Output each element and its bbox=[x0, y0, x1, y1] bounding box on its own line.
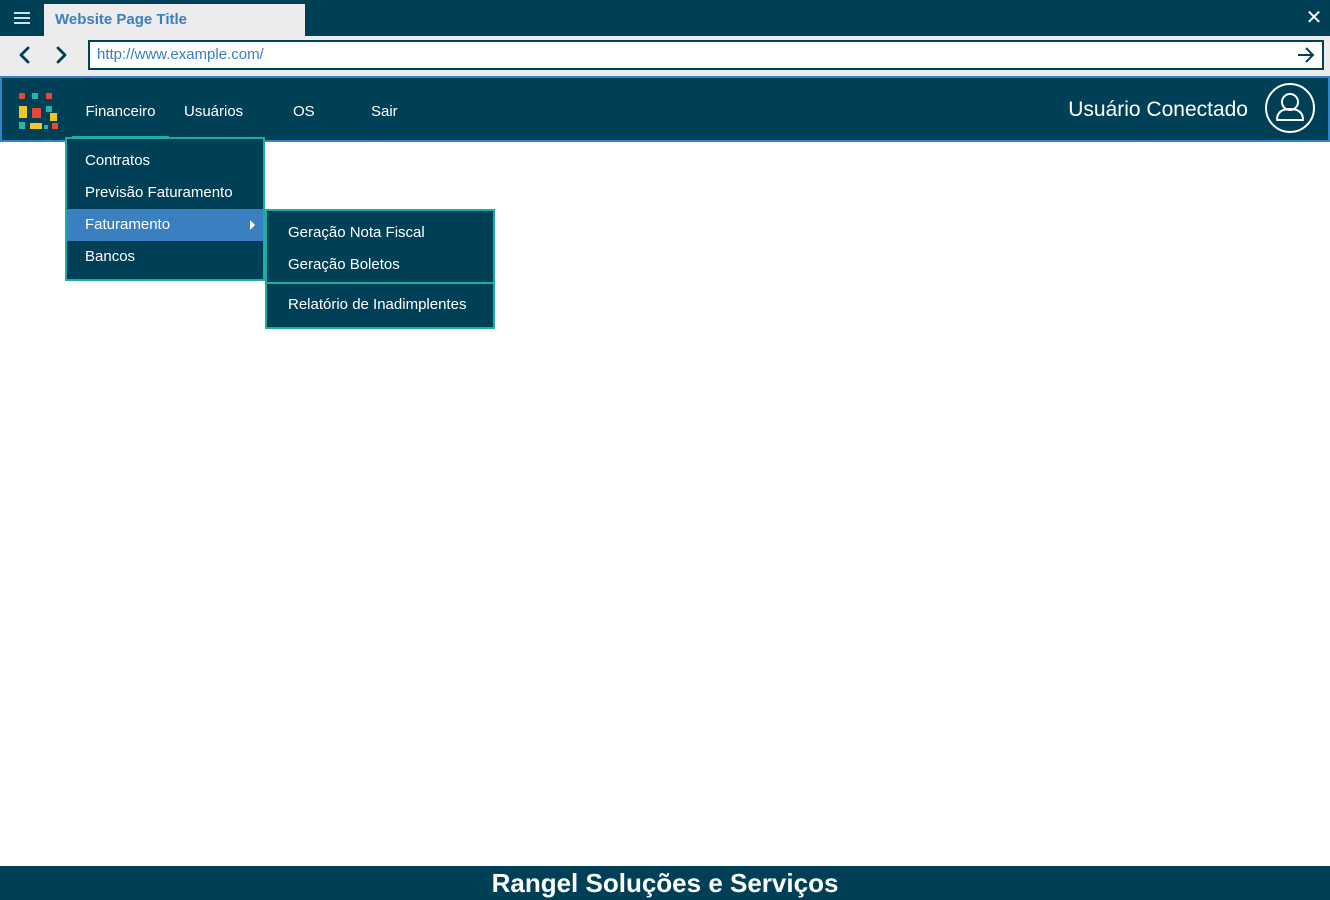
menu-item-bancos[interactable]: Bancos bbox=[67, 241, 263, 273]
submenu-item-geracao-nota-fiscal[interactable]: Geração Nota Fiscal bbox=[267, 217, 493, 249]
nav-usuarios[interactable]: Usuários bbox=[184, 78, 243, 140]
url-text: http://www.example.com/ bbox=[97, 46, 264, 63]
app-header: Financeiro Usuários OS Sair Usuário Cone… bbox=[0, 76, 1330, 142]
back-icon bbox=[19, 46, 30, 64]
menu-item-faturamento[interactable]: Faturamento bbox=[67, 209, 263, 241]
nav-os[interactable]: OS bbox=[293, 78, 315, 140]
app-logo-icon bbox=[19, 93, 58, 129]
tab-title: Website Page Title bbox=[55, 11, 187, 28]
submenu-arrow-icon bbox=[250, 220, 255, 230]
browser-addressbar: http://www.example.com/ bbox=[0, 36, 1330, 76]
close-icon[interactable]: ✕ bbox=[1304, 6, 1324, 30]
url-input[interactable]: http://www.example.com/ bbox=[88, 40, 1324, 70]
menu-item-label: Bancos bbox=[85, 248, 136, 265]
menu-item-contratos[interactable]: Contratos bbox=[67, 145, 263, 177]
forward-button[interactable] bbox=[48, 42, 74, 68]
nav-financeiro[interactable]: Financeiro bbox=[72, 78, 169, 140]
submenu-divider bbox=[267, 282, 493, 284]
user-avatar-icon[interactable] bbox=[1264, 82, 1316, 134]
submenu-item-relatorio-inadimplentes[interactable]: Relatório de Inadimplentes bbox=[267, 289, 493, 321]
footer-company-name: Rangel Soluções e Serviços bbox=[491, 868, 839, 898]
submenu-item-label: Relatório de Inadimplentes bbox=[288, 296, 467, 313]
submenu-item-label: Geração Nota Fiscal bbox=[288, 224, 425, 241]
menu-item-label: Contratos bbox=[85, 152, 151, 169]
faturamento-submenu: Geração Nota Fiscal Geração Boletos Rela… bbox=[265, 209, 495, 329]
browser-titlebar: Website Page Title ✕ bbox=[0, 0, 1330, 36]
browser-menu-button[interactable] bbox=[0, 0, 44, 36]
menu-icon bbox=[14, 12, 30, 24]
page-footer: Rangel Soluções e Serviços bbox=[0, 866, 1330, 900]
go-icon[interactable] bbox=[1296, 45, 1316, 65]
financeiro-dropdown: Contratos Previsão Faturamento Faturamen… bbox=[65, 137, 265, 281]
connected-user-label: Usuário Conectado bbox=[1068, 98, 1248, 121]
back-button[interactable] bbox=[12, 42, 38, 68]
menu-item-label: Faturamento bbox=[85, 216, 171, 233]
nav-financeiro-label: Financeiro bbox=[85, 103, 156, 120]
menu-item-label: Previsão Faturamento bbox=[85, 184, 233, 201]
forward-icon bbox=[56, 46, 67, 64]
submenu-item-geracao-boletos[interactable]: Geração Boletos bbox=[267, 249, 493, 281]
submenu-item-label: Geração Boletos bbox=[288, 256, 400, 273]
nav-sair[interactable]: Sair bbox=[371, 78, 398, 140]
browser-tab[interactable]: Website Page Title bbox=[44, 4, 305, 36]
menu-item-previsao-faturamento[interactable]: Previsão Faturamento bbox=[67, 177, 263, 209]
